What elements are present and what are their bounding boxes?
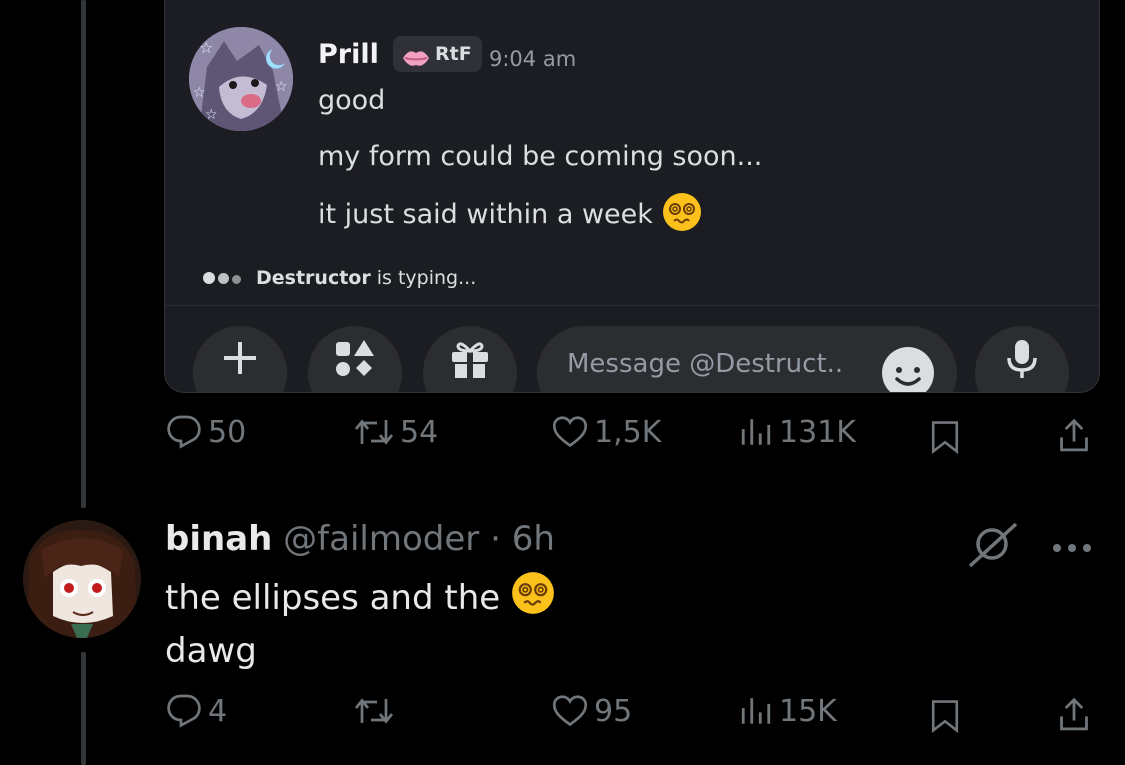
role-tag: RtF <box>393 36 482 72</box>
views-bars-icon <box>739 693 773 729</box>
grok-icon[interactable] <box>966 520 1022 572</box>
gift-icon <box>448 338 492 392</box>
reply-handle[interactable]: @failmoder <box>283 519 479 559</box>
typing-suffix: is typing... <box>376 267 477 289</box>
reply-display-name[interactable]: binah <box>165 519 272 559</box>
repost-button[interactable] <box>354 693 400 729</box>
post-action-bar: 50 54 1,5K 131K <box>0 414 1125 464</box>
reply-header: binah @failmoder · 6h <box>165 519 555 559</box>
reply-timestamp[interactable]: 6h <box>512 519 555 559</box>
like-button[interactable]: 95 <box>552 693 632 729</box>
reply-action-bar: 4 95 15K <box>0 693 1125 743</box>
bookmark-button[interactable] <box>929 420 961 454</box>
heart-icon <box>552 414 588 450</box>
dizzy-face-emoji <box>511 571 555 628</box>
views-button[interactable]: 131K <box>739 414 856 450</box>
more-icon[interactable] <box>1052 538 1092 557</box>
bookmark-icon <box>929 699 961 733</box>
message-input[interactable]: Message @Destruct.. <box>537 326 957 392</box>
gift-button[interactable] <box>423 326 517 392</box>
plus-icon <box>220 338 260 392</box>
reply-bubble-icon <box>166 693 202 729</box>
bookmark-button[interactable] <box>929 699 961 733</box>
like-count: 95 <box>594 693 633 729</box>
voice-button[interactable] <box>975 326 1069 392</box>
binah-avatar[interactable] <box>23 520 141 638</box>
like-button[interactable]: 1,5K <box>552 414 661 450</box>
smile-icon[interactable] <box>881 346 935 392</box>
message-placeholder: Message @Destruct.. <box>567 349 844 379</box>
author-name[interactable]: Prill <box>318 39 379 70</box>
meta-separator: · <box>490 519 501 559</box>
apps-icon <box>332 338 378 392</box>
reply-text-line: the ellipses and the <box>165 578 501 618</box>
message-line: it just said within a week <box>318 199 653 230</box>
message-time: 9:04 am <box>489 47 577 71</box>
reply-text-line: dawg <box>165 631 257 671</box>
svg-text:☆: ☆ <box>199 38 213 57</box>
reply-button[interactable]: 50 <box>166 414 246 450</box>
prill-avatar: ☆ ☆ ☆ ☆ <box>189 27 293 131</box>
microphone-icon <box>1005 338 1039 392</box>
share-button[interactable] <box>1057 697 1091 733</box>
repost-icon <box>354 693 394 729</box>
reply-bubble-icon <box>166 414 202 450</box>
role-tag-label: RtF <box>435 43 472 65</box>
share-icon <box>1057 418 1091 454</box>
views-button[interactable]: 15K <box>739 693 837 729</box>
share-button[interactable] <box>1057 418 1091 454</box>
apps-button[interactable] <box>308 326 402 392</box>
bookmark-icon <box>929 420 961 454</box>
share-icon <box>1057 697 1091 733</box>
repost-icon <box>354 414 394 450</box>
repost-count: 54 <box>400 414 439 450</box>
svg-text:☆: ☆ <box>193 85 206 101</box>
divider <box>165 305 1099 306</box>
message-line: good <box>318 85 386 116</box>
svg-text:☆: ☆ <box>205 107 218 123</box>
add-button[interactable] <box>193 326 287 392</box>
message-line: my form could be coming soon... <box>318 141 763 172</box>
typing-dots-icon <box>203 269 244 288</box>
lips-icon <box>401 44 431 80</box>
reply-count: 50 <box>208 414 247 450</box>
attached-image[interactable]: ☆ ☆ ☆ ☆ Prill RtF 9:04 am good my form c… <box>164 0 1100 393</box>
reply-count: 4 <box>208 693 228 729</box>
typing-indicator: Destructor is typing... <box>203 267 476 289</box>
heart-icon <box>552 693 588 729</box>
views-bars-icon <box>739 414 773 450</box>
message-line-with-emoji: it just said within a week <box>318 192 702 239</box>
like-count: 1,5K <box>594 414 662 450</box>
reply-text: the ellipses and the dawg <box>165 571 555 675</box>
view-count: 131K <box>779 414 856 450</box>
repost-button[interactable]: 54 <box>354 414 438 450</box>
view-count: 15K <box>779 693 837 729</box>
svg-text:☆: ☆ <box>275 79 288 95</box>
typing-user: Destructor <box>256 267 371 289</box>
dizzy-face-emoji <box>662 192 702 239</box>
reply-button[interactable]: 4 <box>166 693 227 729</box>
